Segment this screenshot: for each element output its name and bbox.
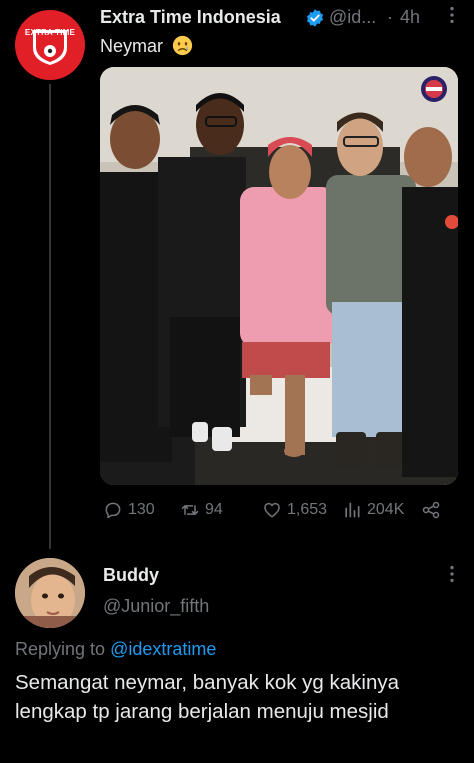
retweet-icon — [181, 505, 199, 515]
photo-watermark-logo — [421, 76, 447, 102]
reply-icon — [105, 502, 121, 519]
more-icon[interactable] — [441, 4, 463, 26]
like-icon — [264, 502, 280, 518]
avatar-text: EXTRA TIME — [24, 28, 76, 37]
thread-line — [49, 84, 51, 549]
views-icon — [345, 502, 360, 518]
views-button[interactable]: 204K — [342, 500, 404, 520]
reply-author-name[interactable]: Buddy — [103, 565, 159, 586]
retweet-count: 94 — [205, 501, 223, 518]
tweet-text-content: Neymar — [100, 36, 164, 56]
like-count: 1,653 — [287, 501, 328, 518]
retweet-button[interactable]: 94 — [180, 500, 223, 520]
reply-author-avatar[interactable] — [15, 558, 85, 628]
reply-author-handle[interactable]: @Junior_fifth — [103, 596, 209, 617]
share-button[interactable] — [421, 500, 441, 520]
author-name[interactable]: Extra Time Indonesia — [100, 7, 281, 28]
tweet-time[interactable]: 4h — [400, 7, 420, 28]
tweet-text: Neymar — [100, 35, 193, 57]
child-photo-image — [15, 558, 85, 628]
author-handle[interactable]: @id... — [329, 7, 376, 28]
replying-to-line: Replying to @idextratime — [15, 639, 216, 660]
group-photo-image — [100, 67, 458, 485]
replying-to-label: Replying to — [15, 639, 106, 659]
views-count: 204K — [367, 501, 405, 518]
separator-dot: · — [387, 7, 393, 27]
verified-badge-icon — [306, 9, 324, 27]
sad-face-emoji-icon — [172, 35, 193, 56]
like-button[interactable]: 1,653 — [262, 500, 327, 520]
share-icon — [422, 501, 440, 519]
reply-text: Semangat neymar, banyak kok yg kakinya l… — [15, 671, 400, 723]
reply-button[interactable]: 130 — [103, 500, 155, 520]
reply-more-icon[interactable] — [441, 563, 463, 585]
replying-to-link[interactable]: @idextratime — [110, 639, 216, 659]
author-avatar[interactable]: EXTRA TIME — [15, 10, 85, 80]
reply-count: 130 — [128, 501, 155, 518]
tweet-photo[interactable] — [100, 67, 458, 485]
